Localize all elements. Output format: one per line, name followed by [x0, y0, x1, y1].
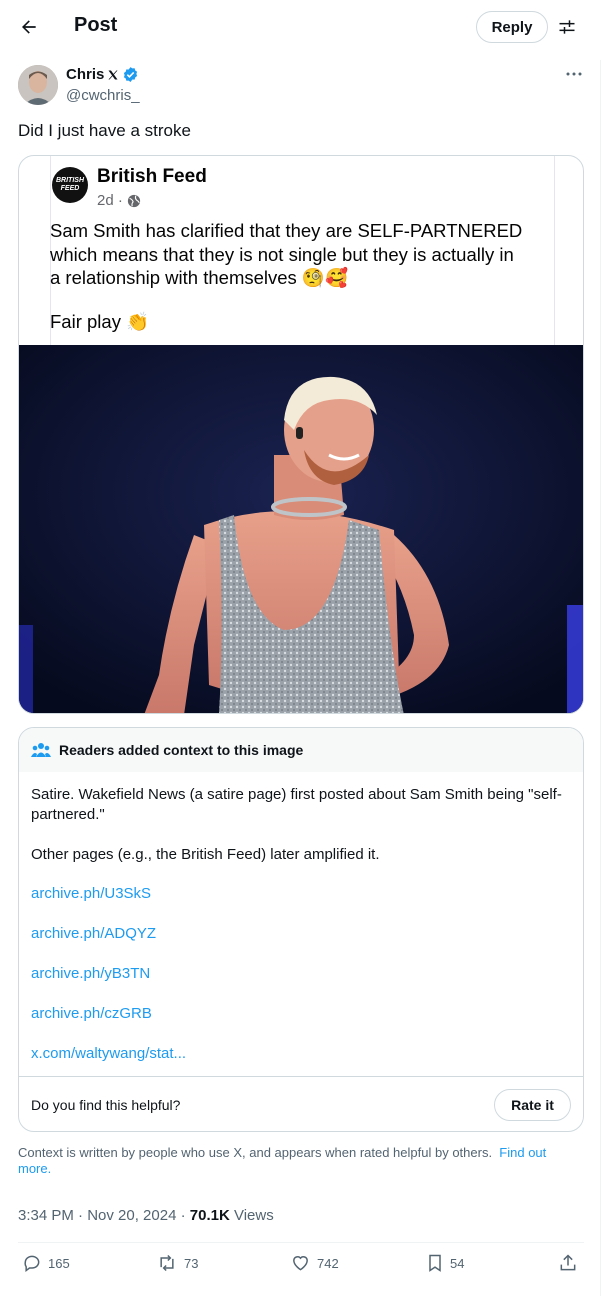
heart-icon [293, 1256, 308, 1271]
source-link[interactable]: x.com/waltywang/stat... [31, 1045, 186, 1062]
x-logo-icon [108, 70, 118, 79]
back-button[interactable] [14, 12, 44, 42]
british-feed-logo: BRITISH FEED [52, 167, 88, 203]
embedded-body-line: a relationship with themselves 🧐🥰 [50, 267, 348, 288]
embedded-body-line: Fair play 👏 [50, 311, 150, 332]
more-options-button[interactable] [562, 64, 586, 84]
embedded-post-body: Sam Smith has clarified that they are SE… [50, 219, 555, 290]
views-count: 70.1K [189, 1207, 230, 1224]
like-action[interactable]: 742 [290, 1253, 339, 1273]
reply-count: 165 [48, 1255, 70, 1271]
divider [18, 1242, 584, 1243]
source-link[interactable]: archive.ph/yB3TN [31, 965, 150, 982]
helpful-question: Do you find this helpful? [31, 1097, 181, 1113]
community-note: Readers added context to this image Sati… [18, 727, 584, 1132]
post-image[interactable]: BRITISH FEED British Feed 2d · Sam Smith… [18, 155, 584, 714]
reply-button[interactable]: Reply [476, 11, 548, 43]
source-link[interactable]: archive.ph/ADQYZ [31, 925, 156, 942]
action-bar: 165 73 742 54 [18, 1253, 584, 1279]
author-handle[interactable]: @cwchris_ [66, 87, 140, 104]
bookmark-count: 54 [450, 1255, 465, 1271]
post-text: Did I just have a stroke [18, 121, 191, 140]
more-horizontal-icon [566, 72, 582, 76]
rate-it-button[interactable]: Rate it [494, 1089, 571, 1121]
divider [19, 1076, 583, 1077]
like-count: 742 [317, 1255, 339, 1271]
repost-count: 73 [184, 1255, 199, 1271]
source-link[interactable]: archive.ph/czGRB [31, 1005, 152, 1022]
community-note-paragraph: Other pages (e.g., the British Feed) lat… [31, 846, 380, 863]
concert-photo [19, 345, 583, 713]
embedded-post-age: 2d · [97, 192, 123, 209]
avatar[interactable] [18, 65, 58, 105]
share-icon [560, 1254, 576, 1271]
reply-icon [24, 1255, 40, 1272]
footer-text: Context is written by people who use X, … [18, 1145, 493, 1160]
reply-action[interactable]: 165 [22, 1253, 70, 1273]
source-link[interactable]: archive.ph/U3SkS [31, 885, 151, 902]
embedded-page-name: British Feed [97, 166, 207, 187]
time-date[interactable]: 3:34 PM · Nov 20, 2024 · [18, 1207, 190, 1224]
embedded-post-meta: 2d · [97, 192, 141, 209]
author-display-name: Chris [66, 66, 105, 83]
views-label: Views [229, 1207, 274, 1224]
post-timestamp: 3:34 PM · Nov 20, 2024 · 70.1K Views [18, 1207, 274, 1224]
bookmark-action[interactable]: 54 [426, 1253, 464, 1273]
share-action[interactable] [558, 1253, 578, 1273]
repost-icon [160, 1254, 174, 1272]
community-note-header[interactable]: Readers added context to this image [19, 728, 583, 772]
repost-action[interactable]: 73 [156, 1253, 198, 1273]
author-name[interactable]: Chris [66, 66, 139, 83]
community-note-footer: Context is written by people who use X, … [18, 1145, 578, 1177]
column-border [600, 60, 601, 1296]
verified-badge-icon [124, 67, 138, 82]
arrow-left-icon [22, 20, 36, 34]
community-note-paragraph: Satire. Wakefield News (a satire page) f… [31, 786, 562, 823]
logo-text: BRITISH FEED [56, 177, 84, 192]
sliders-icon [559, 20, 575, 34]
bookmark-icon [429, 1254, 441, 1272]
people-icon [31, 743, 51, 757]
filter-button[interactable] [554, 14, 580, 40]
embedded-body-line: which means that they is not single but … [50, 243, 514, 265]
community-note-title: Readers added context to this image [59, 742, 304, 758]
page-title: Post [74, 14, 118, 36]
globe-icon [127, 194, 140, 207]
embedded-body-line: Sam Smith has clarified that they are SE… [50, 220, 523, 241]
